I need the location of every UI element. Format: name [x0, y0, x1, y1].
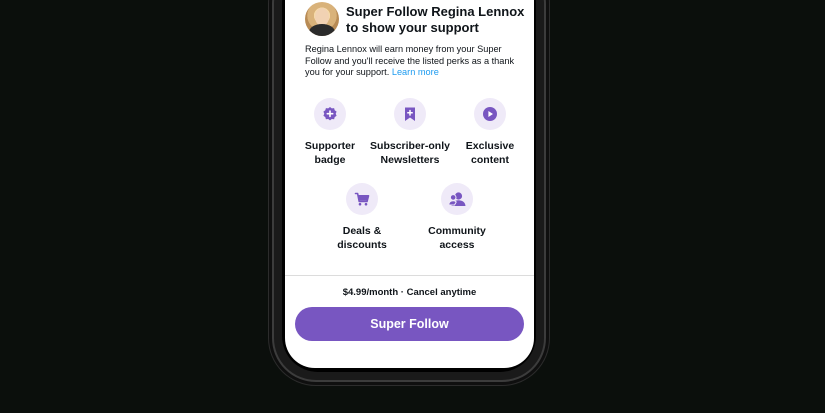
learn-more-link[interactable]: Learn more [392, 67, 439, 77]
badge-plus-icon [314, 98, 346, 130]
perk-exclusive-content: Exclusive content [461, 98, 519, 167]
sheet-title: Super Follow Regina Lennox to show your … [346, 4, 525, 35]
super-follow-sheet: Super Follow Regina Lennox to show your … [285, 0, 534, 368]
perk-label: Supporter badge [304, 140, 356, 166]
perk-label: Deals & discounts [337, 225, 387, 251]
perk-label: Subscriber-only Newsletters [370, 140, 450, 166]
perk-deals-discounts: Deals & discounts [331, 183, 393, 252]
bookmark-plus-icon [394, 98, 426, 130]
perk-label: Community access [428, 225, 486, 251]
perk-supporter-badge: Supporter badge [299, 98, 361, 167]
perk-subscriber-newsletters: Subscriber-only Newsletters [365, 98, 455, 167]
divider [285, 275, 534, 276]
community-icon [441, 183, 473, 215]
description: Regina Lennox will earn money from your … [305, 44, 523, 79]
super-follow-button[interactable]: Super Follow [295, 307, 524, 341]
perk-label: Exclusive content [465, 140, 515, 166]
avatar [305, 2, 339, 36]
pricing-text: $4.99/month · Cancel anytime [342, 287, 477, 298]
play-circle-icon [474, 98, 506, 130]
perk-community-access: Community access [421, 183, 493, 252]
cart-icon [346, 183, 378, 215]
